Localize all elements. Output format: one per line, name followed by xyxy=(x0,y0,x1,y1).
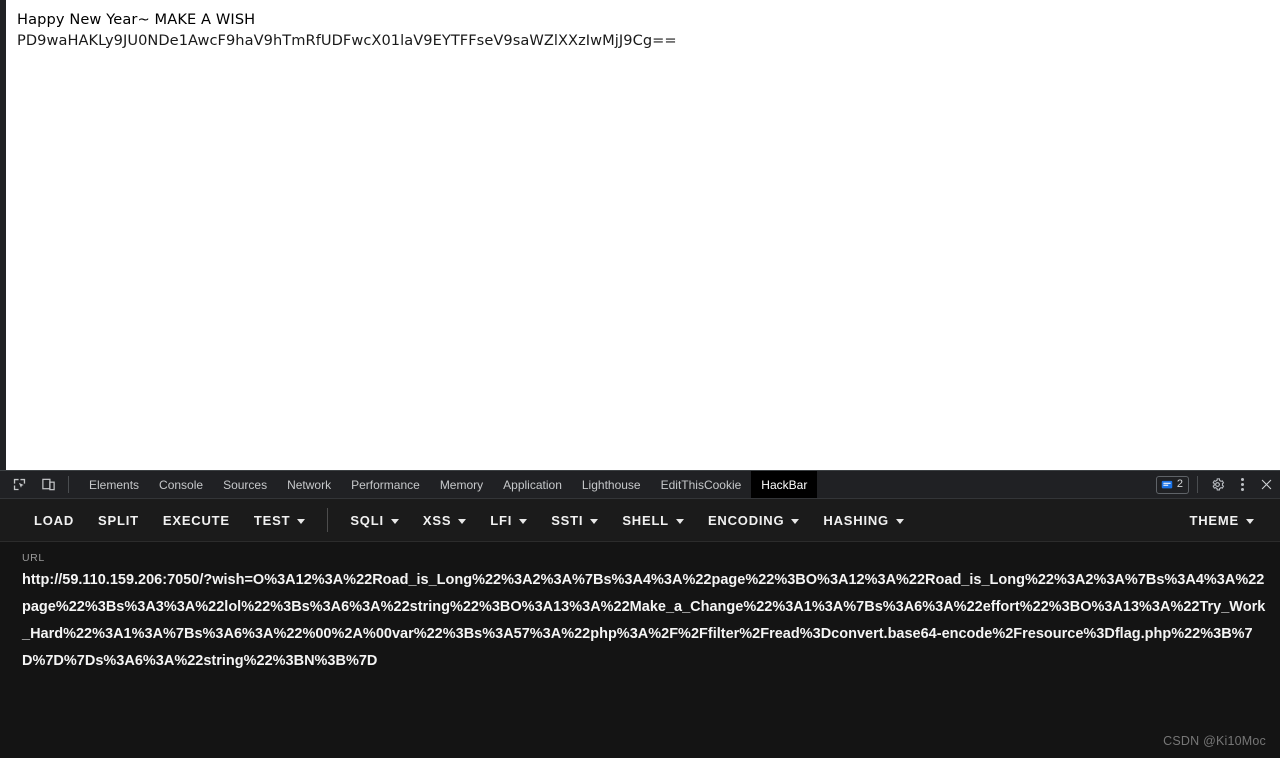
devtools-tabbar: Elements Console Sources Network Perform… xyxy=(0,471,1280,499)
button-label: TEST xyxy=(253,512,291,528)
button-label: LFI xyxy=(490,512,513,528)
message-count: 2 xyxy=(1176,478,1183,490)
chevron-down-icon xyxy=(590,518,599,524)
devtools-tabbar-actions: 2 xyxy=(1155,471,1280,498)
devtools-tool-icons xyxy=(0,471,79,498)
close-devtools-button[interactable] xyxy=(1255,474,1278,496)
button-label: EXECUTE xyxy=(162,512,230,528)
hackbar-encoding-menu[interactable]: ENCODING xyxy=(696,507,811,534)
button-label: HASHING xyxy=(823,512,889,528)
button-label: LOAD xyxy=(34,512,75,528)
tab-label: Application xyxy=(503,477,562,492)
button-label: THEME xyxy=(1189,512,1239,528)
tab-label: Performance xyxy=(351,477,420,492)
chevron-down-icon xyxy=(895,518,904,524)
watermark-text: CSDN @Ki10Moc xyxy=(1163,734,1266,748)
browser-window: Happy New Year~ MAKE A WISH PD9waHAKLy9J… xyxy=(0,0,1280,758)
device-toolbar-button[interactable] xyxy=(37,474,60,496)
url-field-label: URL xyxy=(22,552,45,564)
tab-editthiscookie[interactable]: EditThisCookie xyxy=(651,471,752,498)
hackbar-sqli-menu[interactable]: SQLI xyxy=(338,507,411,534)
inspect-element-icon xyxy=(13,478,26,491)
tab-performance[interactable]: Performance xyxy=(341,471,430,498)
chevron-down-icon xyxy=(1246,518,1254,524)
button-label: XSS xyxy=(422,512,452,528)
button-label: SQLI xyxy=(350,512,384,528)
tab-label: HackBar xyxy=(761,477,808,492)
tab-label: Memory xyxy=(439,477,484,492)
tab-hackbar[interactable]: HackBar xyxy=(751,471,818,498)
tab-sources[interactable]: Sources xyxy=(213,471,277,498)
chevron-down-icon xyxy=(791,518,800,524)
hackbar-execute-button[interactable]: EXECUTE xyxy=(151,507,242,534)
tab-elements[interactable]: Elements xyxy=(79,471,149,498)
hackbar-shell-menu[interactable]: SHELL xyxy=(610,507,696,534)
tab-label: Console xyxy=(159,477,204,492)
button-label: SHELL xyxy=(622,512,669,528)
toolbar-divider xyxy=(68,476,69,493)
chevron-down-icon xyxy=(519,518,528,524)
tab-lighthouse[interactable]: Lighthouse xyxy=(572,471,651,498)
hackbar-hashing-menu[interactable]: HASHING xyxy=(811,507,916,534)
inspect-element-button[interactable] xyxy=(8,474,31,496)
tab-label: Elements xyxy=(89,477,140,492)
kebab-dot xyxy=(1240,488,1244,491)
chevron-down-icon xyxy=(458,518,467,524)
tab-label: EditThisCookie xyxy=(660,477,742,492)
button-label: ENCODING xyxy=(707,512,785,528)
kebab-dot xyxy=(1240,478,1244,481)
chevron-down-icon xyxy=(297,518,306,524)
close-icon xyxy=(1261,479,1272,490)
chevron-down-icon xyxy=(390,518,399,524)
hackbar-theme-menu[interactable]: THEME xyxy=(1178,507,1267,534)
devtools-tab-list: Elements Console Sources Network Perform… xyxy=(79,471,1156,498)
actions-divider xyxy=(1197,476,1198,493)
more-options-button[interactable] xyxy=(1231,474,1253,496)
page-content: Happy New Year~ MAKE A WISH PD9waHAKLy9J… xyxy=(6,0,1280,51)
hackbar-toolbar: LOAD SPLIT EXECUTE TEST SQLI XSS LFI SST… xyxy=(0,499,1280,542)
button-label: SSTI xyxy=(551,512,584,528)
tab-label: Lighthouse xyxy=(581,477,641,492)
hackbar-ssti-menu[interactable]: SSTI xyxy=(539,507,610,534)
hackbar-lfi-menu[interactable]: LFI xyxy=(478,507,539,534)
button-label: SPLIT xyxy=(98,512,139,528)
gear-icon xyxy=(1212,478,1225,491)
hackbar-toolbar-divider xyxy=(327,508,329,532)
tab-console[interactable]: Console xyxy=(149,471,213,498)
hackbar-load-button[interactable]: LOAD xyxy=(22,507,86,534)
hackbar-xss-menu[interactable]: XSS xyxy=(411,507,478,534)
message-count-badge[interactable]: 2 xyxy=(1155,475,1189,494)
hackbar-test-menu[interactable]: TEST xyxy=(242,507,317,534)
chevron-down-icon xyxy=(675,518,684,524)
message-icon xyxy=(1161,480,1173,488)
url-input[interactable]: http://59.110.159.206:7050/?wish=O%3A12%… xyxy=(22,567,1267,675)
settings-button[interactable] xyxy=(1206,474,1229,496)
base64-payload-text: PD9waHAKLy9JU0NDe1AwcF9haV9hTmRfUDFwcX01… xyxy=(17,32,677,49)
tab-memory[interactable]: Memory xyxy=(430,471,493,498)
kebab-dot xyxy=(1240,483,1244,486)
page-viewport: Happy New Year~ MAKE A WISH PD9waHAKLy9J… xyxy=(0,0,1280,470)
hackbar-url-panel: URL http://59.110.159.206:7050/?wish=O%3… xyxy=(0,542,1280,758)
tab-network[interactable]: Network xyxy=(277,471,341,498)
hackbar-split-button[interactable]: SPLIT xyxy=(86,507,151,534)
device-toolbar-icon xyxy=(42,478,55,491)
tab-label: Sources xyxy=(223,477,268,492)
tab-application[interactable]: Application xyxy=(493,471,572,498)
tab-label: Network xyxy=(287,477,332,492)
devtools-panel: Elements Console Sources Network Perform… xyxy=(0,470,1280,758)
page-heading-text: Happy New Year~ MAKE A WISH xyxy=(17,11,256,28)
